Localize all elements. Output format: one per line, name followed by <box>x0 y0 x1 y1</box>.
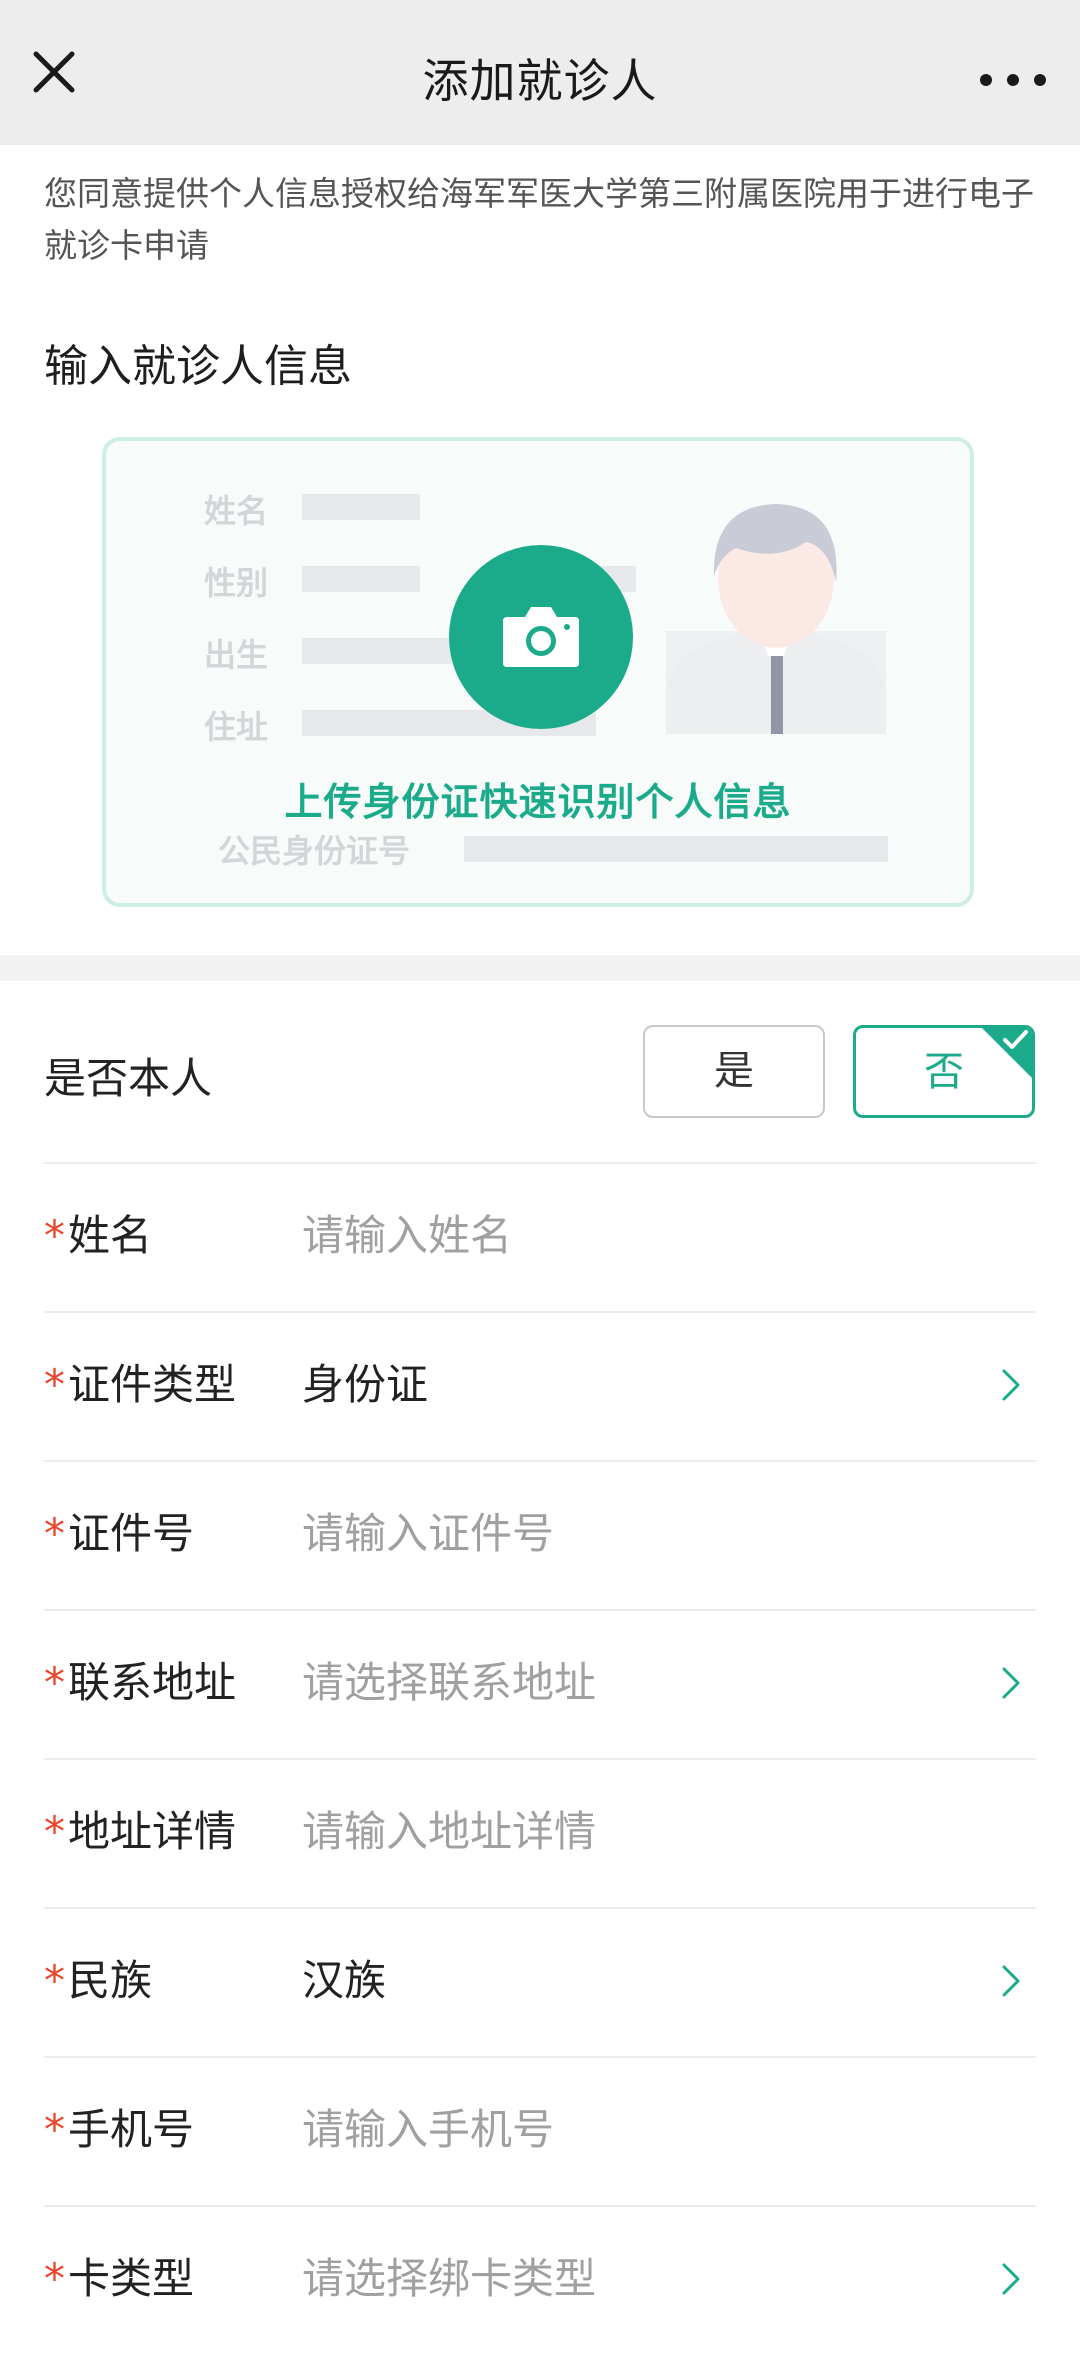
consent-text: 您同意提供个人信息授权给海军军医大学第三附属医院用于进行电子就诊卡申请 <box>44 174 1034 265</box>
required-mark: * <box>44 1658 65 1707</box>
id-number-label: 证件号 <box>68 1509 195 1558</box>
required-mark: * <box>44 1956 65 2005</box>
required-mark: * <box>44 1211 65 1260</box>
chevron-right-icon[interactable] <box>1000 1367 1022 1403</box>
id-type-label: 证件类型 <box>68 1360 237 1409</box>
chevron-right-icon[interactable] <box>1000 2261 1022 2297</box>
contact-address-select[interactable]: 请选择联系地址 <box>302 1609 596 1757</box>
address-detail-label: 地址详情 <box>68 1807 237 1856</box>
upload-id-hint: 上传身份证快速识别个人信息 <box>284 780 792 824</box>
phone-label: 手机号 <box>68 2105 195 2154</box>
portrait-icon <box>666 504 886 734</box>
form-row-contact-address[interactable]: * 联系地址 请选择联系地址 <box>0 1609 1080 1757</box>
form-row-id-type[interactable]: * 证件类型 身份证 <box>0 1311 1080 1459</box>
id-type-select[interactable]: 身份证 <box>302 1311 428 1459</box>
camera-icon <box>503 607 579 667</box>
form-row-id-number[interactable]: * 证件号 请输入证件号 <box>0 1460 1080 1608</box>
is-self-yes-button[interactable]: 是 <box>643 1025 825 1118</box>
form-row-ethnicity[interactable]: * 民族 汉族 <box>0 1907 1080 2055</box>
is-self-no-button[interactable]: 否 <box>853 1025 1035 1118</box>
card-type-select[interactable]: 请选择绑卡类型 <box>302 2205 596 2353</box>
row-divider <box>44 1162 1036 1164</box>
required-mark: * <box>44 2254 65 2303</box>
card-label-birth: 出生 <box>204 636 269 674</box>
id-number-input[interactable]: 请输入证件号 <box>302 1460 554 1608</box>
contact-address-label: 联系地址 <box>68 1658 237 1707</box>
ethnicity-label: 民族 <box>68 1956 153 2005</box>
form-row-name[interactable]: * 姓名 请输入姓名 <box>0 1162 1080 1310</box>
card-label-id-number: 公民身份证号 <box>218 832 411 870</box>
address-detail-input[interactable]: 请输入地址详情 <box>302 1758 596 1906</box>
card-type-label: 卡类型 <box>68 2254 195 2303</box>
phone-input[interactable]: 请输入手机号 <box>302 2056 554 2204</box>
chevron-right-icon[interactable] <box>1000 1963 1022 1999</box>
is-self-no-label: 否 <box>924 1049 964 1095</box>
form-row-phone[interactable]: * 手机号 请输入手机号 <box>0 2056 1080 2204</box>
form-row-address-detail[interactable]: * 地址详情 请输入地址详情 <box>0 1758 1080 1906</box>
more-icon[interactable] <box>968 50 1058 110</box>
top-bar: 添加就诊人 <box>0 0 1080 145</box>
camera-button[interactable] <box>449 545 633 729</box>
form-row-card-type[interactable]: * 卡类型 请选择绑卡类型 <box>0 2205 1080 2353</box>
card-placeholder-bar <box>464 836 888 862</box>
name-input[interactable]: 请输入姓名 <box>302 1162 512 1310</box>
card-placeholder-bar <box>302 494 420 520</box>
required-mark: * <box>44 1509 65 1558</box>
card-label-gender: 性别 <box>204 564 269 602</box>
card-placeholder-bar <box>302 638 452 664</box>
card-placeholder-bar <box>302 566 420 592</box>
check-icon <box>1003 1030 1028 1049</box>
section-title: 输入就诊人信息 <box>44 341 352 392</box>
required-mark: * <box>44 1360 65 1409</box>
ethnicity-select[interactable]: 汉族 <box>302 1907 386 2055</box>
required-mark: * <box>44 2105 65 2154</box>
page-title: 添加就诊人 <box>422 54 658 108</box>
required-mark: * <box>44 1807 65 1856</box>
card-label-address: 住址 <box>204 708 269 746</box>
name-label: 姓名 <box>68 1211 153 1260</box>
chevron-right-icon[interactable] <box>1000 1665 1022 1701</box>
section-divider <box>0 955 1080 981</box>
row-divider <box>44 1907 1036 1909</box>
id-card-upload-area[interactable]: 姓名 性别 出生 住址 公民身份证号 上传身份证快速识别个人信息 <box>102 437 974 907</box>
is-self-label: 是否本人 <box>44 1054 213 1103</box>
card-label-name: 姓名 <box>204 492 269 530</box>
